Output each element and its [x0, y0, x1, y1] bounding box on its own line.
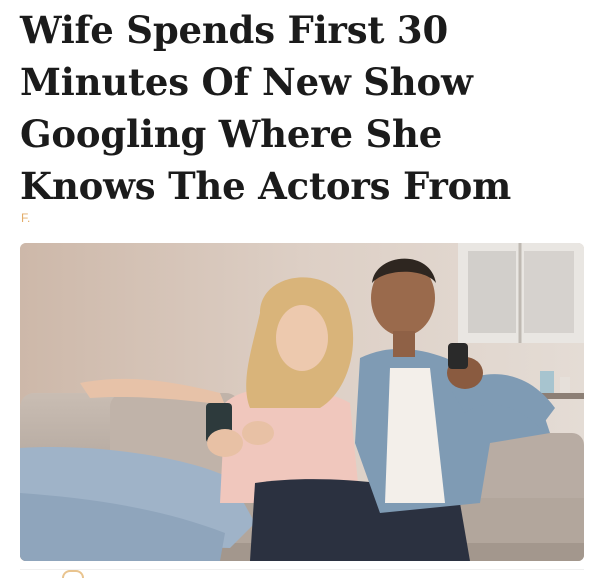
divider — [20, 569, 584, 570]
window-icon — [458, 243, 584, 343]
article-headline[interactable]: Wife Spends First 30 Minutes Of New Show… — [20, 4, 580, 212]
article-photo[interactable] — [20, 243, 584, 561]
photo-illustration — [20, 243, 584, 561]
article-byline: F. — [21, 211, 31, 225]
next-item-avatar-icon — [62, 570, 84, 578]
